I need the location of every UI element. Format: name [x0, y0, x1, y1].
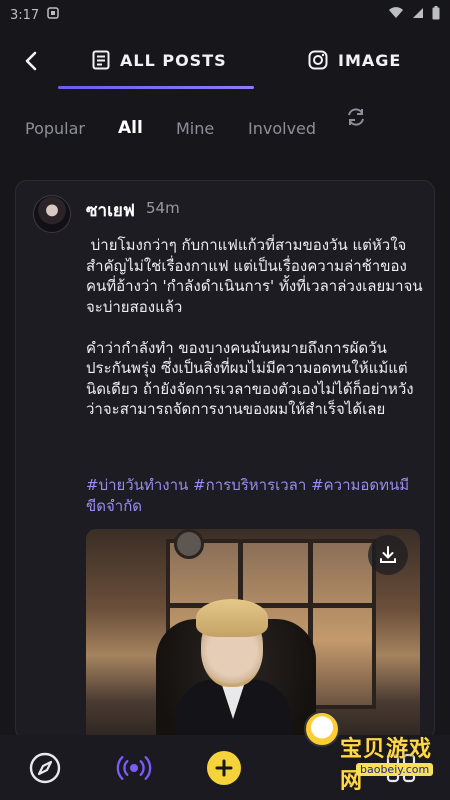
tab-image-label: IMAGE [338, 50, 402, 70]
compass-icon [29, 752, 61, 784]
broadcast-icon [116, 756, 152, 780]
battery-icon [432, 6, 440, 24]
tab-image[interactable]: IMAGE [308, 30, 401, 90]
post-card[interactable]: ซาเยฟ 54m บ่ายโมงกว่าๆ กับกาแฟแก้วที่สาม… [15, 180, 435, 740]
notification-icon [47, 7, 59, 23]
download-button[interactable] [368, 535, 408, 575]
back-button[interactable] [18, 48, 44, 74]
refresh-button[interactable] [345, 106, 367, 128]
watermark-url: baobeiy.com [356, 763, 434, 776]
instagram-icon [308, 50, 328, 70]
filter-involved[interactable]: Involved [248, 119, 316, 138]
filter-mine[interactable]: Mine [176, 119, 214, 138]
image-clock [174, 529, 204, 559]
active-tab-indicator [58, 86, 254, 89]
post-hashtags[interactable]: #บ่ายวันทำงาน #การบริหารเวลา #ความอดทนมี… [86, 475, 416, 517]
refresh-icon [348, 108, 364, 126]
watermark-mascot-icon [304, 711, 340, 747]
add-icon [207, 751, 241, 785]
post-body: บ่ายโมงกว่าๆ กับกาแฟแก้วที่สามของวัน แต่… [86, 236, 423, 418]
filter-popular[interactable]: Popular [25, 119, 85, 138]
document-list-icon [92, 50, 110, 70]
filter-row: Popular All Mine Involved [0, 108, 450, 148]
watermark: 宝贝游戏网 baobeiy.com [300, 705, 448, 794]
nav-live[interactable] [116, 750, 152, 786]
post-username[interactable]: ซาเยฟ [86, 197, 135, 224]
top-navigation: ALL POSTS IMAGE [0, 30, 450, 90]
tab-all-posts-label: ALL POSTS [120, 50, 227, 70]
status-time: 3:17 [10, 7, 40, 23]
nav-create-post[interactable] [206, 750, 242, 786]
post-timestamp: 54m [146, 199, 180, 217]
nav-discover[interactable] [27, 750, 63, 786]
chevron-left-icon [25, 51, 37, 71]
tab-all-posts[interactable]: ALL POSTS [92, 30, 227, 90]
avatar[interactable] [33, 195, 71, 233]
download-icon [380, 546, 396, 563]
filter-all[interactable]: All [118, 118, 143, 138]
signal-icon [412, 7, 424, 23]
image-hair [196, 599, 268, 637]
status-bar: 3:17 [0, 0, 450, 30]
wifi-icon [388, 7, 404, 23]
